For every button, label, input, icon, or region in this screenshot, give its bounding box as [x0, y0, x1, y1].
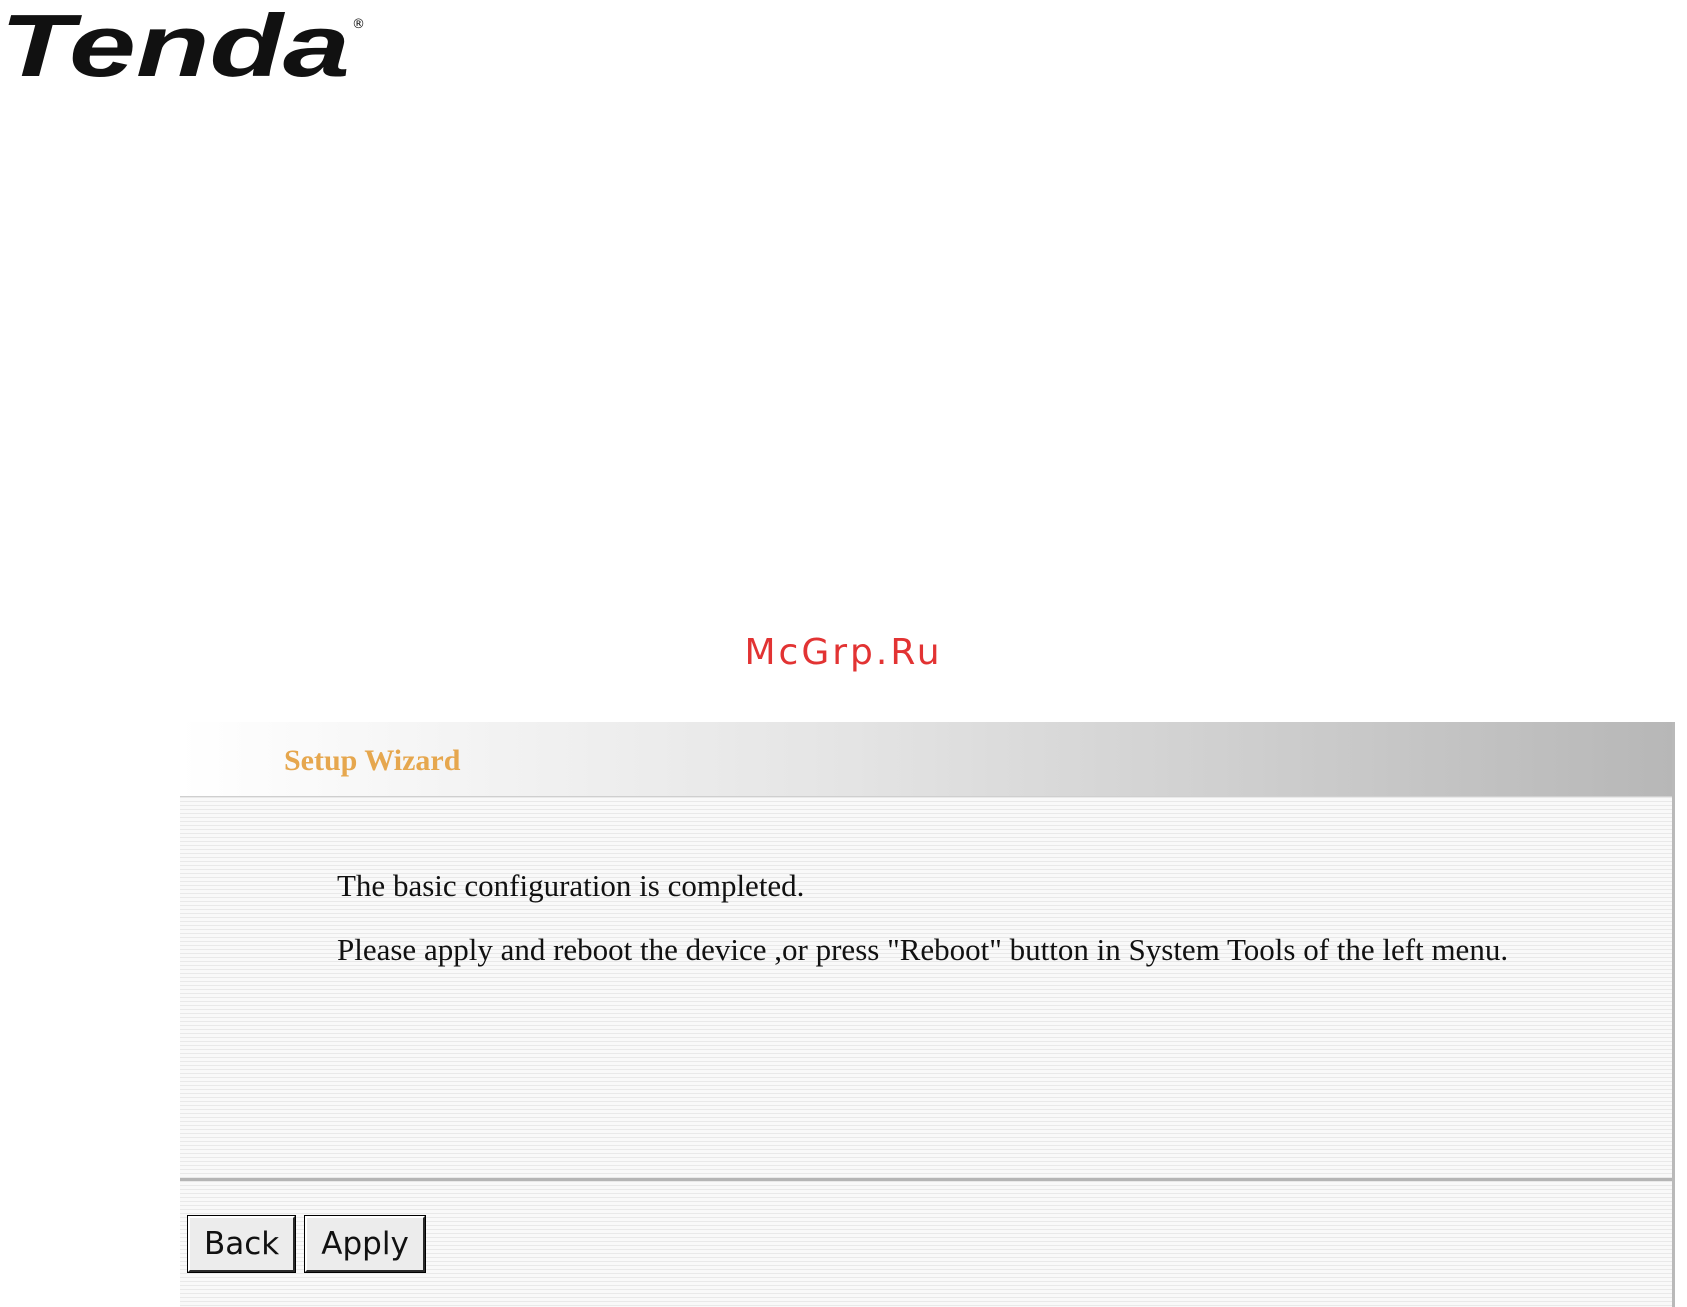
- completion-message: The basic configuration is completed.: [337, 868, 805, 903]
- tenda-logo: Tenda ®: [0, 0, 365, 90]
- wizard-message: The basic configuration is completed. Pl…: [337, 858, 1587, 978]
- svg-text:®: ®: [352, 17, 365, 32]
- divider: [180, 1178, 1672, 1181]
- page-title: Setup Wizard: [284, 744, 461, 777]
- svg-text:Tenda: Tenda: [0, 0, 350, 90]
- reboot-instruction: Please apply and reboot the device ,or p…: [337, 932, 1509, 967]
- apply-button[interactable]: Apply: [304, 1215, 426, 1273]
- wizard-button-bar: Back Apply: [186, 1215, 431, 1273]
- setup-wizard-panel: Setup Wizard The basic configuration is …: [180, 722, 1675, 1307]
- watermark-text: McGrp.Ru: [744, 632, 943, 673]
- wizard-header-bar: Setup Wizard: [180, 722, 1672, 797]
- back-button[interactable]: Back: [186, 1215, 297, 1273]
